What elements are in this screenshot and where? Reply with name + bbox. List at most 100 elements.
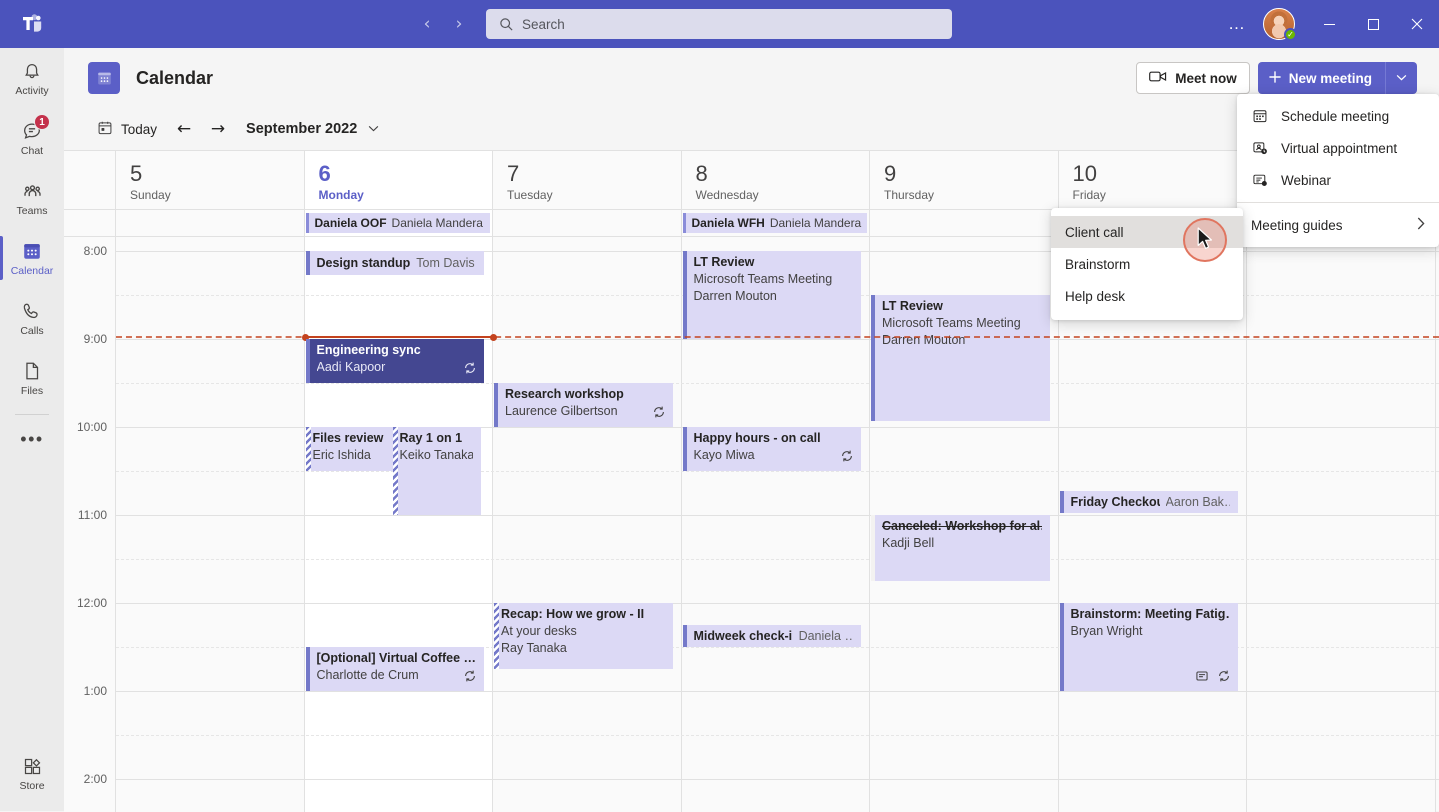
- calendar-event[interactable]: Friday Checkout Aaron Bak…: [1059, 491, 1238, 513]
- all-day-cell-tuesday[interactable]: [493, 210, 682, 236]
- title-bar: ‹ › Search … ✓: [0, 0, 1439, 48]
- day-header-sunday[interactable]: 5 Sunday: [116, 151, 305, 209]
- period-picker[interactable]: September 2022: [246, 121, 379, 137]
- menu-item-virtual-appointment[interactable]: Virtual appointment: [1237, 132, 1439, 164]
- event-organizer: Darren Mouton: [882, 333, 966, 347]
- calendar-event[interactable]: Research workshop Laurence Gilbertson: [494, 383, 673, 427]
- search-input[interactable]: Search: [486, 9, 952, 39]
- menu-divider: [1237, 202, 1439, 203]
- event-title: LT Review: [693, 255, 755, 269]
- day-number: 7: [507, 161, 520, 186]
- settings-more-button[interactable]: …: [1221, 8, 1253, 40]
- event-organizer: Daniela Mandera: [769, 216, 862, 230]
- event-title: Canceled: Workshop for al…: [882, 519, 1042, 533]
- day-header-tuesday[interactable]: 7 Tuesday: [493, 151, 682, 209]
- calendar-event[interactable]: Design standup Tom Davis: [305, 251, 484, 275]
- phone-icon: [20, 299, 44, 323]
- day-header-wednesday[interactable]: 8 Wednesday: [682, 151, 870, 209]
- today-label: Today: [121, 121, 158, 137]
- day-header-row: 5 Sunday 6 Monday 7 Tuesday 8 Wednesday …: [64, 151, 1439, 209]
- event-title: Files review: [312, 431, 384, 445]
- calendar-event[interactable]: Canceled: Workshop for al… Kadji Bell: [871, 515, 1050, 581]
- event-organizer: Ray Tanaka: [501, 641, 567, 655]
- calendar-event[interactable]: Files review Eric Ishida: [305, 427, 394, 471]
- calendar-event[interactable]: Brainstorm: Meeting Fatig… Bryan Wright: [1059, 603, 1238, 691]
- day-number: 10: [1072, 161, 1097, 186]
- rail-more-apps-button[interactable]: •••: [0, 415, 64, 463]
- all-day-cell-sunday[interactable]: [116, 210, 305, 236]
- event-title: Engineering sync: [316, 343, 421, 357]
- menu-item-webinar[interactable]: Webinar: [1237, 164, 1439, 196]
- today-button[interactable]: Today: [88, 114, 166, 144]
- event-subtitle: Microsoft Teams Meeting: [693, 272, 833, 286]
- new-meeting-split-button: New meeting: [1257, 62, 1417, 94]
- day-number: 9: [884, 161, 897, 186]
- menu-item-label: Virtual appointment: [1281, 140, 1398, 156]
- minimize-button[interactable]: [1307, 0, 1351, 48]
- all-day-cell-thursday[interactable]: [870, 210, 1059, 236]
- next-period-button[interactable]: →: [202, 114, 234, 144]
- day-column-monday[interactable]: [304, 237, 493, 812]
- half-hour-line: [116, 735, 1439, 736]
- back-button[interactable]: ‹: [412, 9, 442, 39]
- chevron-down-icon: [1396, 72, 1407, 84]
- submenu-item-help-desk[interactable]: Help desk: [1051, 280, 1243, 312]
- day-header-friday[interactable]: 10 Friday: [1059, 151, 1247, 209]
- event-title: Midweek check-in: [693, 628, 793, 643]
- day-header-monday[interactable]: 6 Monday: [304, 151, 493, 209]
- day-column-friday[interactable]: [1058, 237, 1247, 812]
- meet-now-button[interactable]: Meet now: [1136, 62, 1250, 94]
- recurring-icon: [1217, 669, 1231, 688]
- sidebar-item-teams[interactable]: Teams: [0, 168, 64, 228]
- event-title: Daniela WFH: [691, 216, 765, 230]
- event-title: Friday Checkout: [1070, 494, 1160, 509]
- day-header-thursday[interactable]: 9 Thursday: [870, 151, 1059, 209]
- forward-button[interactable]: ›: [444, 9, 474, 39]
- avatar[interactable]: ✓: [1263, 8, 1297, 41]
- calendar-event[interactable]: LT Review Microsoft Teams Meeting Darren M…: [871, 295, 1050, 421]
- arrow-left-icon: ←: [176, 119, 192, 139]
- calendar-event[interactable]: [Optional] Virtual Coffee … Charlotte de …: [305, 647, 484, 691]
- all-day-cell-wednesday[interactable]: Daniela WFH Daniela Mandera: [682, 210, 870, 236]
- event-subtitle: Laurence Gilbertson: [505, 404, 618, 418]
- menu-item-meeting-guides[interactable]: Meeting guides: [1237, 209, 1439, 241]
- new-meeting-caret-button[interactable]: [1385, 62, 1417, 94]
- event-icons: [463, 669, 477, 688]
- page-title: Calendar: [136, 67, 214, 88]
- calendar-event[interactable]: Recap: How we grow - II At your desks Ray …: [494, 603, 673, 669]
- sidebar-item-files[interactable]: Files: [0, 348, 64, 408]
- close-button[interactable]: [1395, 0, 1439, 48]
- calendar-event[interactable]: Ray 1 on 1 Keiko Tanaka: [392, 427, 481, 515]
- sidebar-item-activity[interactable]: Activity: [0, 48, 64, 108]
- previous-period-button[interactable]: ←: [168, 114, 200, 144]
- calendar-canvas: 8:00 9:00 10:00 11:00 12:00 1:00 2:00 Design s…: [64, 237, 1439, 812]
- day-column-saturday[interactable]: [1247, 237, 1436, 812]
- submenu-item-label: Brainstorm: [1065, 256, 1131, 272]
- hour-label: 11:00: [77, 508, 107, 522]
- day-column-sunday[interactable]: [116, 237, 305, 812]
- all-day-event[interactable]: Daniela WFH Daniela Mandera: [682, 213, 867, 233]
- all-day-event[interactable]: Daniela OOF Daniela Mandera: [305, 213, 490, 233]
- recurring-icon: [463, 361, 477, 380]
- sidebar-item-store[interactable]: Store: [0, 743, 64, 803]
- all-day-cell-monday[interactable]: Daniela OOF Daniela Mandera: [304, 210, 493, 236]
- menu-item-schedule-meeting[interactable]: Schedule meeting: [1237, 100, 1439, 132]
- calendar-scroll-body[interactable]: 8:00 9:00 10:00 11:00 12:00 1:00 2:00 Design s…: [64, 237, 1439, 812]
- hour-label: 1:00: [83, 684, 107, 698]
- calendar-event[interactable]: Midweek check-in Daniela …: [682, 625, 861, 647]
- sidebar-item-chat[interactable]: 1 Chat: [0, 108, 64, 168]
- day-number: 6: [318, 161, 331, 186]
- sidebar-item-calls[interactable]: Calls: [0, 288, 64, 348]
- calendar-event[interactable]: Happy hours - on call Kayo Miwa: [682, 427, 861, 471]
- maximize-button[interactable]: [1351, 0, 1395, 48]
- search-placeholder: Search: [522, 16, 565, 32]
- calendar-event[interactable]: LT Review Microsoft Teams Meeting Darren M…: [682, 251, 861, 339]
- half-hour-line: [116, 471, 1439, 472]
- new-meeting-button[interactable]: New meeting: [1257, 62, 1385, 94]
- sidebar-item-calendar[interactable]: Calendar: [0, 228, 64, 288]
- calendar-event[interactable]: Engineering sync Aadi Kapoor: [305, 339, 484, 383]
- hour-label: 8:00: [83, 244, 107, 258]
- menu-item-label: Schedule meeting: [1281, 108, 1390, 124]
- event-subtitle: Bryan Wright: [1070, 624, 1143, 638]
- day-column-tuesday[interactable]: [493, 237, 682, 812]
